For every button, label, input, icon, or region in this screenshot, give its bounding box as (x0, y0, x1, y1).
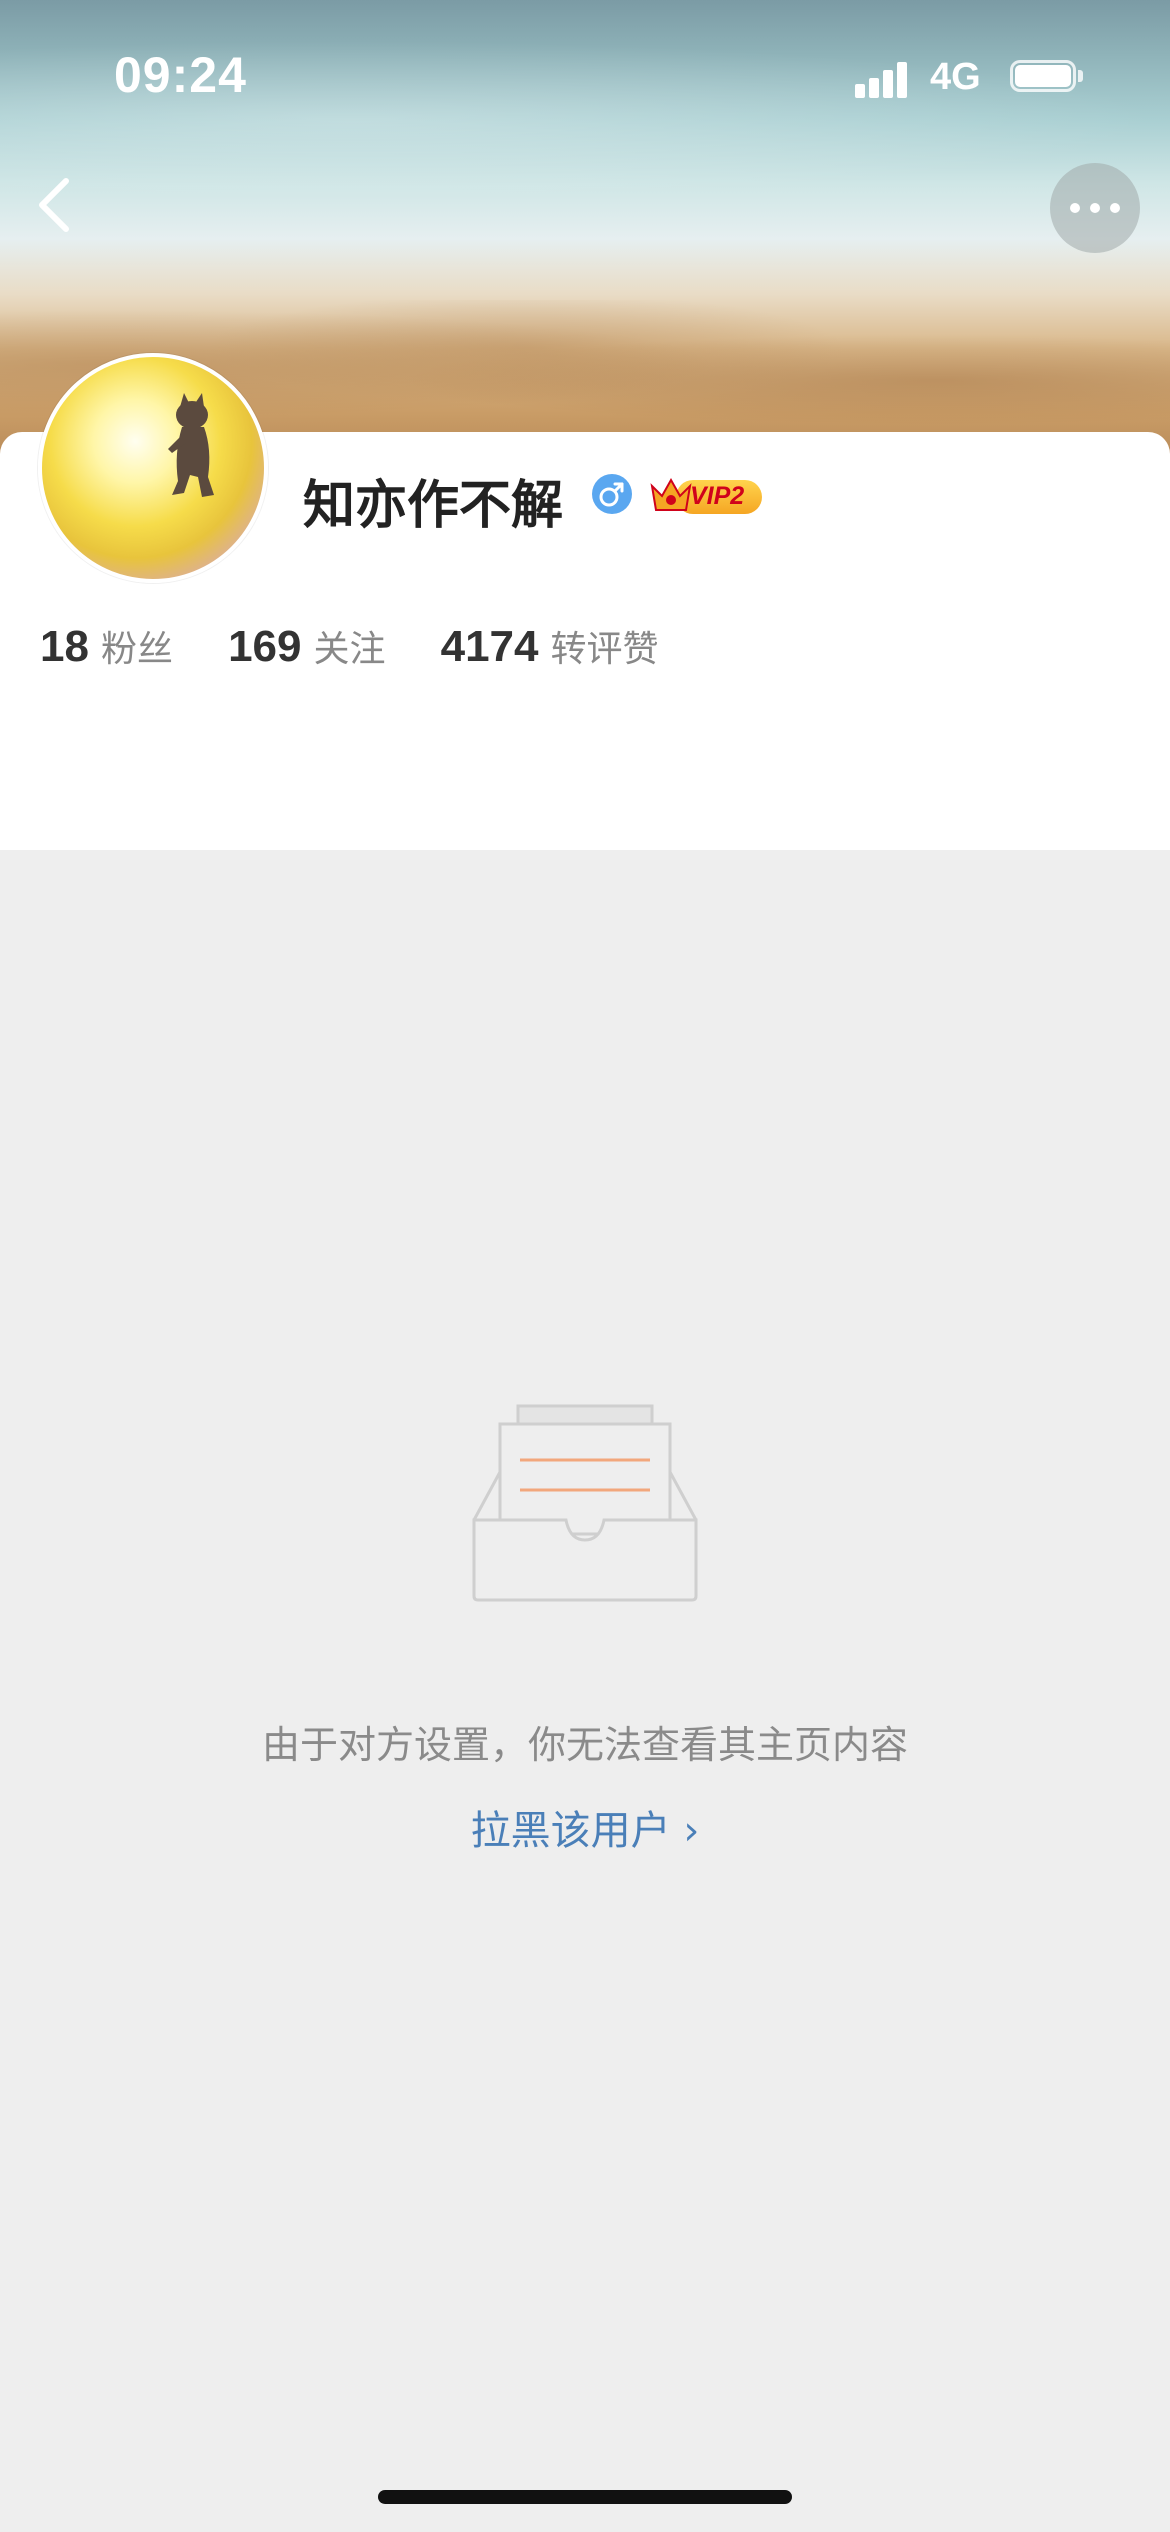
network-label: 4G (930, 56, 981, 98)
male-icon (592, 474, 632, 514)
stat-interactions[interactable]: 4174 转评赞 (441, 620, 659, 672)
stat-count: 4174 (440, 622, 539, 671)
avatar[interactable] (38, 353, 268, 583)
chevron-left-icon (39, 178, 69, 232)
empty-inbox-icon (470, 1400, 700, 1605)
vip-badge[interactable]: VIP2 (648, 472, 764, 518)
battery-icon (1010, 60, 1084, 94)
stat-count: 169 (228, 622, 302, 671)
block-user-link[interactable]: 拉黑该用户 › (0, 1798, 1170, 1856)
stat-label: 关注 (313, 629, 386, 670)
username: 知亦作不解 (303, 476, 564, 536)
stat-count: 18 (40, 622, 89, 671)
stat-followers[interactable]: 18 粉丝 (40, 620, 173, 672)
status-bar: 09:24 4G (0, 0, 1170, 150)
stat-label: 粉丝 (100, 629, 173, 670)
empty-state-message: 由于对方设置，你无法查看其主页内容 (261, 1723, 908, 1767)
stat-following[interactable]: 169 关注 (228, 620, 385, 672)
more-horizontal-icon (1070, 203, 1080, 213)
back-button[interactable] (22, 165, 92, 245)
stat-label: 转评赞 (550, 629, 659, 670)
home-indicator[interactable] (378, 2490, 792, 2504)
stats-row: 18 粉丝 169 关注 4174 转评赞 (40, 620, 709, 680)
vip-label: VIP2 (690, 482, 745, 510)
more-button[interactable] (1050, 163, 1140, 253)
crown-icon (650, 477, 692, 511)
status-time: 09:24 (114, 47, 247, 103)
signal-icon (855, 58, 915, 98)
